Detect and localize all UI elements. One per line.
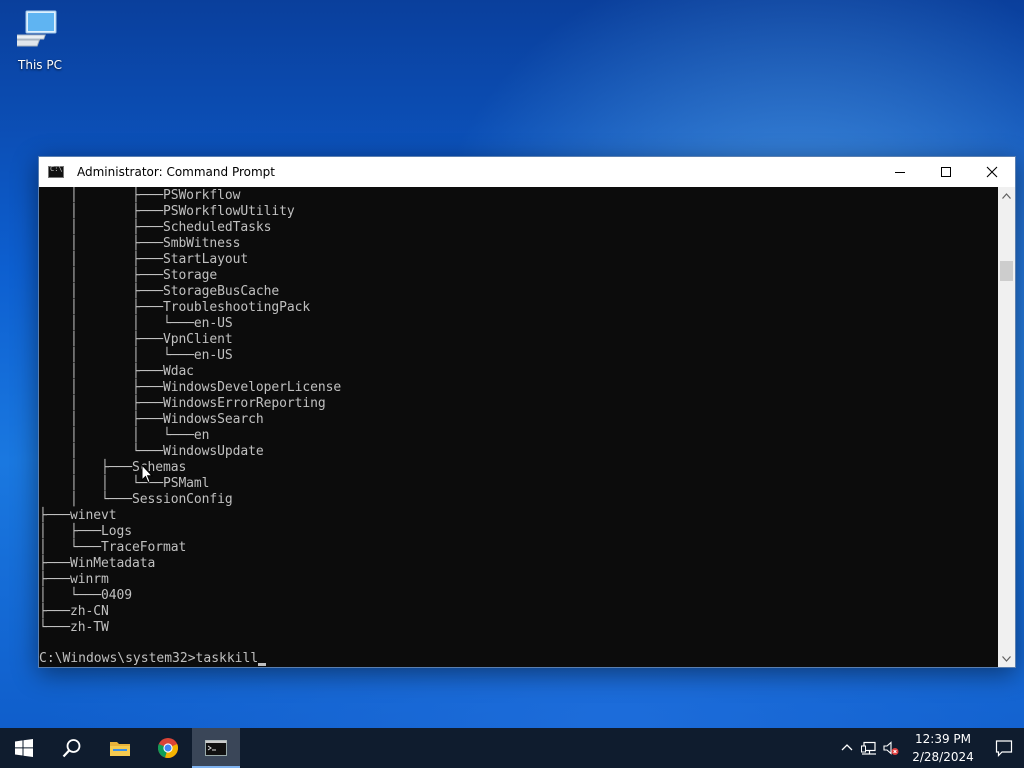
directory-tree-output: │ ├───PSWorkflow │ ├───PSWorkflowUtility…	[39, 188, 999, 636]
file-explorer-button[interactable]	[96, 728, 144, 768]
notification-center-button[interactable]	[984, 728, 1024, 768]
clock[interactable]: 12:39 PM 2/28/2024	[908, 730, 978, 766]
system-tray: 12:39 PM 2/28/2024	[836, 728, 1024, 768]
chevron-down-icon	[1002, 655, 1011, 662]
mouse-cursor-icon	[141, 464, 153, 484]
search-button[interactable]	[48, 728, 96, 768]
console-line: │ ├───SmbWitness	[39, 236, 241, 251]
maximize-button[interactable]	[923, 157, 969, 187]
console-line: │ ├───Storage	[39, 268, 218, 283]
scroll-thumb[interactable]	[1000, 261, 1013, 281]
start-button[interactable]	[0, 728, 48, 768]
notification-icon	[995, 740, 1013, 757]
prompt-path: C:\Windows\system32>	[39, 651, 196, 666]
console-line: │ ├───PSWorkflowUtility	[39, 204, 295, 219]
chevron-up-icon	[1002, 192, 1011, 199]
close-icon	[986, 166, 998, 178]
console-output[interactable]: │ ├───PSWorkflow │ ├───PSWorkflowUtility…	[39, 187, 999, 667]
chevron-up-icon	[841, 744, 853, 751]
console-line: │ ├───Schemas	[39, 460, 187, 475]
console-line: │ └───0409	[39, 588, 132, 603]
chrome-icon	[157, 738, 179, 758]
clock-time: 12:39 PM	[915, 732, 971, 746]
command-prompt-window[interactable]: Administrator: Command Prompt │ ├───PSWo…	[38, 156, 1016, 668]
console-line: ├───winevt	[39, 508, 117, 523]
console-line: │ ├───WindowsDeveloperLicense	[39, 380, 342, 395]
windows-logo-icon	[15, 739, 33, 757]
console-line: │ ├───StartLayout	[39, 252, 249, 267]
console-line: │ │ └───en-US	[39, 348, 233, 363]
close-button[interactable]	[969, 157, 1015, 187]
cmd-icon	[48, 165, 64, 178]
window-controls	[877, 157, 1015, 187]
scroll-up-button[interactable]	[998, 187, 1015, 204]
network-button[interactable]	[858, 728, 880, 768]
console-line: │ ├───WindowsErrorReporting	[39, 396, 326, 411]
console-line: │ │ └───en	[39, 428, 210, 443]
console-line: │ │ └───PSMaml	[39, 476, 210, 491]
console-line: │ ├───Logs	[39, 524, 132, 539]
console-line: ├───winrm	[39, 572, 109, 587]
command-input[interactable]: taskkill	[196, 651, 259, 667]
network-icon	[861, 741, 876, 755]
console-line: │ ├───TroubleshootingPack	[39, 300, 311, 315]
console-line: │ └───SessionConfig	[39, 492, 233, 507]
command-prompt-button[interactable]	[192, 728, 240, 768]
command-line[interactable]: C:\Windows\system32> taskkill	[39, 651, 267, 667]
vertical-scrollbar[interactable]	[998, 187, 1015, 667]
taskbar: 12:39 PM 2/28/2024	[0, 728, 1024, 768]
text-caret	[258, 662, 267, 666]
window-title: Administrator: Command Prompt	[77, 165, 275, 179]
console-line: │ ├───Wdac	[39, 364, 194, 379]
console-line: ├───zh-CN	[39, 604, 109, 619]
show-hidden-icons-button[interactable]	[836, 728, 858, 768]
console-line: │ ├───WindowsSearch	[39, 412, 264, 427]
console-line: │ ├───VpnClient	[39, 332, 233, 347]
scroll-down-button[interactable]	[998, 650, 1015, 667]
folder-icon	[110, 742, 130, 756]
volume-muted-icon	[883, 741, 899, 755]
search-icon	[62, 739, 81, 758]
console-line: │ └───WindowsUpdate	[39, 444, 264, 459]
console-line: └───zh-TW	[39, 620, 109, 635]
volume-button[interactable]	[880, 728, 902, 768]
console-line: │ ├───PSWorkflow	[39, 188, 241, 203]
desktop-icon-this-pc[interactable]: This PC	[12, 8, 68, 76]
console-line: │ ├───StorageBusCache	[39, 284, 280, 299]
console-line: ├───WinMetadata	[39, 556, 156, 571]
minimize-button[interactable]	[877, 157, 923, 187]
title-bar[interactable]: Administrator: Command Prompt	[39, 157, 1015, 187]
chrome-button[interactable]	[144, 728, 192, 768]
console-line: │ │ └───en-US	[39, 316, 233, 331]
minimize-icon	[895, 172, 905, 173]
cmd-icon	[205, 740, 227, 756]
console-line: │ └───TraceFormat	[39, 540, 187, 555]
desktop-icon-label: This PC	[18, 58, 62, 72]
maximize-icon	[941, 167, 951, 177]
this-pc-icon	[17, 10, 57, 47]
console-line: │ ├───ScheduledTasks	[39, 220, 272, 235]
clock-date: 2/28/2024	[912, 750, 974, 764]
